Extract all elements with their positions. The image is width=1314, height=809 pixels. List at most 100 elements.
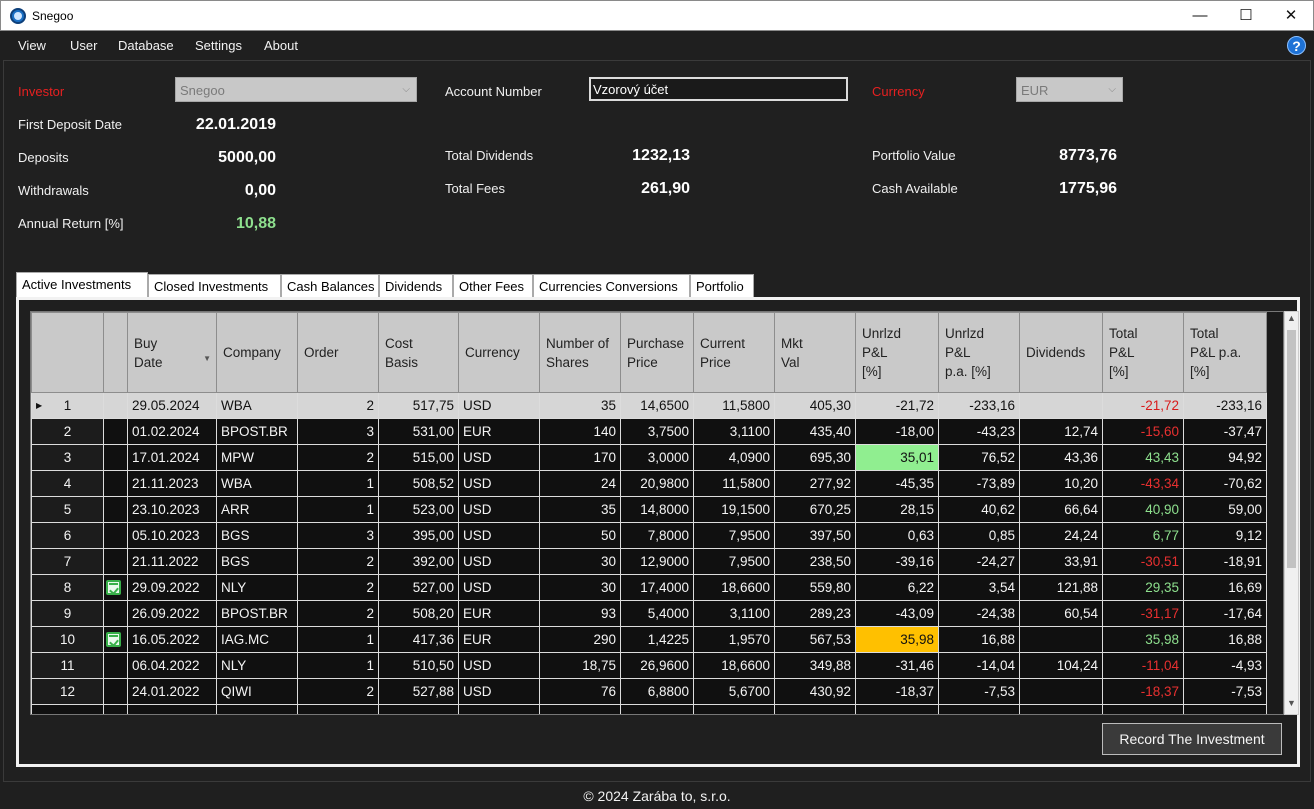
cell-buy-date[interactable]: 29.09.2022: [127, 574, 217, 601]
cell-dividends[interactable]: 24,24: [1019, 522, 1103, 549]
cell-total-pl[interactable]: 29,35: [1102, 574, 1184, 601]
cell-cost-basis[interactable]: 508,20: [378, 600, 459, 627]
cell-number-of-shares[interactable]: 30: [539, 548, 621, 575]
scroll-down-icon[interactable]: ▼: [1285, 698, 1298, 713]
cell-total-pl-pa[interactable]: -7,53: [1183, 678, 1267, 705]
cell-unrlzd-pl[interactable]: -21,72: [855, 392, 939, 419]
cell-unrlzd-pl-pa[interactable]: -43,23: [938, 418, 1020, 445]
table-row[interactable]: 2 01.02.2024 BPOST.BR 3 531,00 EUR 140 3,7500 3,…: [31, 418, 1267, 445]
cell-order[interactable]: 3: [297, 522, 379, 549]
cell-buy-date[interactable]: 21.11.2022: [127, 548, 217, 575]
cell-dividends[interactable]: 104,24: [1019, 652, 1103, 679]
cell-dividends[interactable]: 10,20: [1019, 470, 1103, 497]
cell-total-pl-pa[interactable]: 9,12: [1183, 522, 1267, 549]
cell-cost-basis[interactable]: 417,36: [378, 626, 459, 653]
cell-total-pl-pa[interactable]: -233,16: [1183, 392, 1267, 419]
table-row[interactable]: 5 23.10.2023 ARR 1 523,00 USD 35 14,8000 19,1500…: [31, 496, 1267, 523]
cell-total-pl[interactable]: -31,17: [1102, 600, 1184, 627]
cell-order[interactable]: 1: [297, 470, 379, 497]
cell-cost-basis[interactable]: 527,88: [378, 678, 459, 705]
cell-cost-basis[interactable]: 395,00: [378, 522, 459, 549]
cell-total-pl[interactable]: -30,51: [1102, 548, 1184, 575]
minimize-button[interactable]: —: [1177, 1, 1223, 31]
cell-mkt-val[interactable]: 289,23: [774, 600, 856, 627]
cell-purchase-price[interactable]: 26,9600: [620, 652, 694, 679]
row-header[interactable]: 2: [31, 418, 104, 445]
cell-total-pl[interactable]: -18,37: [1102, 678, 1184, 705]
cell-currency[interactable]: USD: [458, 652, 540, 679]
cell-order[interactable]: 2: [297, 600, 379, 627]
cell-unrlzd-pl[interactable]: 6,22: [855, 574, 939, 601]
cell-total-pl-pa[interactable]: -37,47: [1183, 418, 1267, 445]
cell-dividends[interactable]: 12,74: [1019, 418, 1103, 445]
investor-combo[interactable]: Snegoo ⌵: [175, 77, 417, 102]
column-header-buy-date[interactable]: Buy Date ▼: [127, 312, 217, 393]
cell-purchase-price[interactable]: 14,8000: [620, 496, 694, 523]
cell-currency[interactable]: USD: [458, 548, 540, 575]
cell-cost-basis[interactable]: 510,50: [378, 652, 459, 679]
column-header-number-of-shares[interactable]: Number of Shares: [539, 312, 621, 393]
cell-currency[interactable]: USD: [458, 678, 540, 705]
cell-unrlzd-pl-pa[interactable]: -233,16: [938, 392, 1020, 419]
cell-current-price[interactable]: 11,5800: [693, 470, 775, 497]
table-row[interactable]: 10 16.05.2022 IAG.MC 1 417,36 EUR 290 1,4225 1,9…: [31, 626, 1267, 653]
cell-company[interactable]: BPOST.BR: [216, 600, 298, 627]
tab-other-fees[interactable]: Other Fees: [453, 274, 533, 297]
menu-about[interactable]: About: [264, 38, 298, 53]
column-header-unrlzd-pl[interactable]: Unrlzd P&L [%]: [855, 312, 939, 393]
cell-unrlzd-pl[interactable]: -45,35: [855, 470, 939, 497]
cell-number-of-shares[interactable]: 76: [539, 678, 621, 705]
cell-current-price[interactable]: 5,6700: [693, 678, 775, 705]
row-header[interactable]: 9: [31, 600, 104, 627]
cell-cost-basis[interactable]: 531,00: [378, 418, 459, 445]
cell-purchase-price[interactable]: 3,7500: [620, 418, 694, 445]
cell-unrlzd-pl[interactable]: 28,15: [855, 496, 939, 523]
cell-unrlzd-pl[interactable]: 35,01: [855, 444, 939, 471]
account-number-field[interactable]: Vzorový účet: [589, 77, 848, 101]
cell-dividends[interactable]: 121,88: [1019, 574, 1103, 601]
cell-total-pl-pa[interactable]: 94,92: [1183, 444, 1267, 471]
cell-cost-basis[interactable]: 523,00: [378, 496, 459, 523]
cell-unrlzd-pl-pa[interactable]: 16,88: [938, 626, 1020, 653]
cell-purchase-price[interactable]: 7,8000: [620, 522, 694, 549]
cell-total-pl[interactable]: 40,90: [1102, 496, 1184, 523]
cell-buy-date[interactable]: 01.02.2024: [127, 418, 217, 445]
table-row[interactable]: 11 06.04.2022 NLY 1 510,50 USD 18,75 26,9600 18,…: [31, 652, 1267, 679]
tab-cash-balances[interactable]: Cash Balances: [281, 274, 379, 297]
currency-combo[interactable]: EUR ⌵: [1016, 77, 1123, 102]
cell-total-pl-pa[interactable]: 59,00: [1183, 496, 1267, 523]
tab-active-investments[interactable]: Active Investments: [16, 272, 148, 298]
cell-mkt-val[interactable]: 277,92: [774, 470, 856, 497]
table-row[interactable]: ▶ 1 29.05.2024 WBA 2 517,75 USD 35 14,6500 11,580…: [31, 392, 1267, 419]
cell-number-of-shares[interactable]: 24: [539, 470, 621, 497]
cell-dividends[interactable]: 66,64: [1019, 496, 1103, 523]
help-icon[interactable]: ?: [1287, 36, 1306, 55]
menu-settings[interactable]: Settings: [195, 38, 242, 53]
cell-number-of-shares[interactable]: 35: [539, 392, 621, 419]
row-header[interactable]: 12: [31, 678, 104, 705]
cell-total-pl-pa[interactable]: -18,91: [1183, 548, 1267, 575]
column-header-total-pl[interactable]: Total P&L [%]: [1102, 312, 1184, 393]
cell-cost-basis[interactable]: 517,75: [378, 392, 459, 419]
cell-number-of-shares[interactable]: 30: [539, 574, 621, 601]
cell-company[interactable]: NLY: [216, 574, 298, 601]
cell-currency[interactable]: USD: [458, 522, 540, 549]
cell-cost-basis[interactable]: 527,00: [378, 574, 459, 601]
cell-unrlzd-pl-pa[interactable]: 40,62: [938, 496, 1020, 523]
cell-total-pl[interactable]: 43,43: [1102, 444, 1184, 471]
row-header[interactable]: 11: [31, 652, 104, 679]
cell-purchase-price[interactable]: 1,4225: [620, 626, 694, 653]
column-header-purchase-price[interactable]: Purchase Price: [620, 312, 694, 393]
cell-number-of-shares[interactable]: 170: [539, 444, 621, 471]
cell-current-price[interactable]: 3,1100: [693, 418, 775, 445]
cell-number-of-shares[interactable]: 50: [539, 522, 621, 549]
cell-order[interactable]: 2: [297, 548, 379, 575]
cell-company[interactable]: IAG.MC: [216, 626, 298, 653]
row-header[interactable]: 5: [31, 496, 104, 523]
cell-mkt-val[interactable]: 567,53: [774, 626, 856, 653]
row-header[interactable]: 6: [31, 522, 104, 549]
table-row[interactable]: 9 26.09.2022 BPOST.BR 2 508,20 EUR 93 5,4000 3,1…: [31, 600, 1267, 627]
record-investment-button[interactable]: Record The Investment: [1102, 723, 1282, 755]
cell-mkt-val[interactable]: 405,30: [774, 392, 856, 419]
cell-total-pl-pa[interactable]: -70,62: [1183, 470, 1267, 497]
